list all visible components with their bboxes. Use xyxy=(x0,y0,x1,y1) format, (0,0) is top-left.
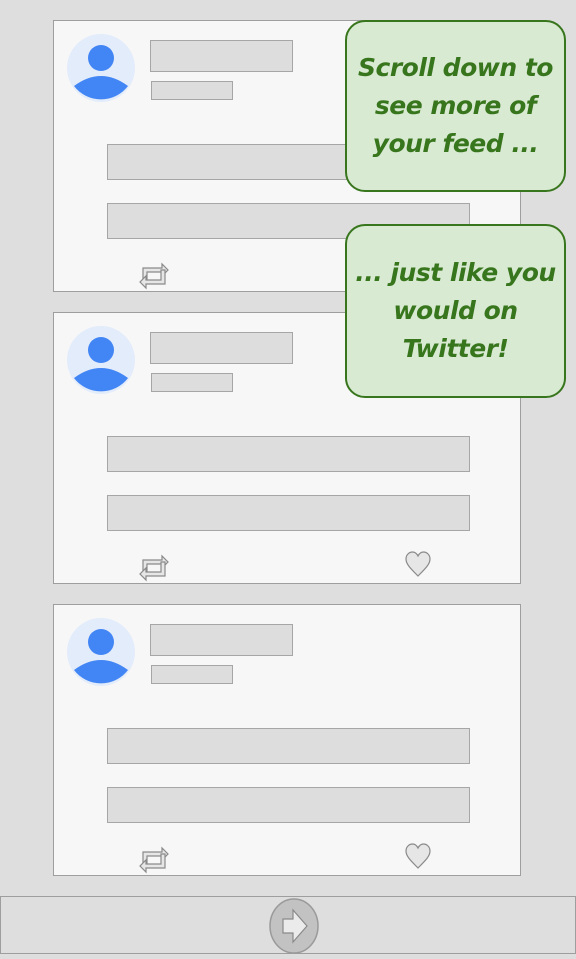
handle-placeholder xyxy=(151,665,233,684)
tweet-text-placeholder xyxy=(107,787,470,823)
retweet-icon[interactable] xyxy=(137,552,171,584)
arrow-right-icon[interactable] xyxy=(268,897,320,955)
callout-twitter: ... just like you would on Twitter! xyxy=(345,224,566,398)
callout-scroll-text: Scroll down to see more of your feed ... xyxy=(358,53,553,158)
user-avatar-icon[interactable] xyxy=(67,618,135,686)
bottom-nav-bar xyxy=(0,896,576,954)
user-avatar-icon[interactable] xyxy=(67,326,135,394)
username-placeholder xyxy=(150,624,293,656)
retweet-icon[interactable] xyxy=(137,844,171,876)
handle-placeholder xyxy=(151,81,233,100)
retweet-icon[interactable] xyxy=(137,260,171,292)
tweet-text-placeholder xyxy=(107,436,470,472)
feed-post xyxy=(53,604,521,876)
callout-scroll: Scroll down to see more of your feed ... xyxy=(345,20,566,192)
heart-icon[interactable] xyxy=(403,841,433,871)
username-placeholder xyxy=(150,332,293,364)
user-avatar-icon[interactable] xyxy=(67,34,135,102)
callout-twitter-text: ... just like you would on Twitter! xyxy=(355,258,556,363)
handle-placeholder xyxy=(151,373,233,392)
username-placeholder xyxy=(150,40,293,72)
tweet-text-placeholder xyxy=(107,728,470,764)
tweet-text-placeholder xyxy=(107,495,470,531)
heart-icon[interactable] xyxy=(403,549,433,579)
